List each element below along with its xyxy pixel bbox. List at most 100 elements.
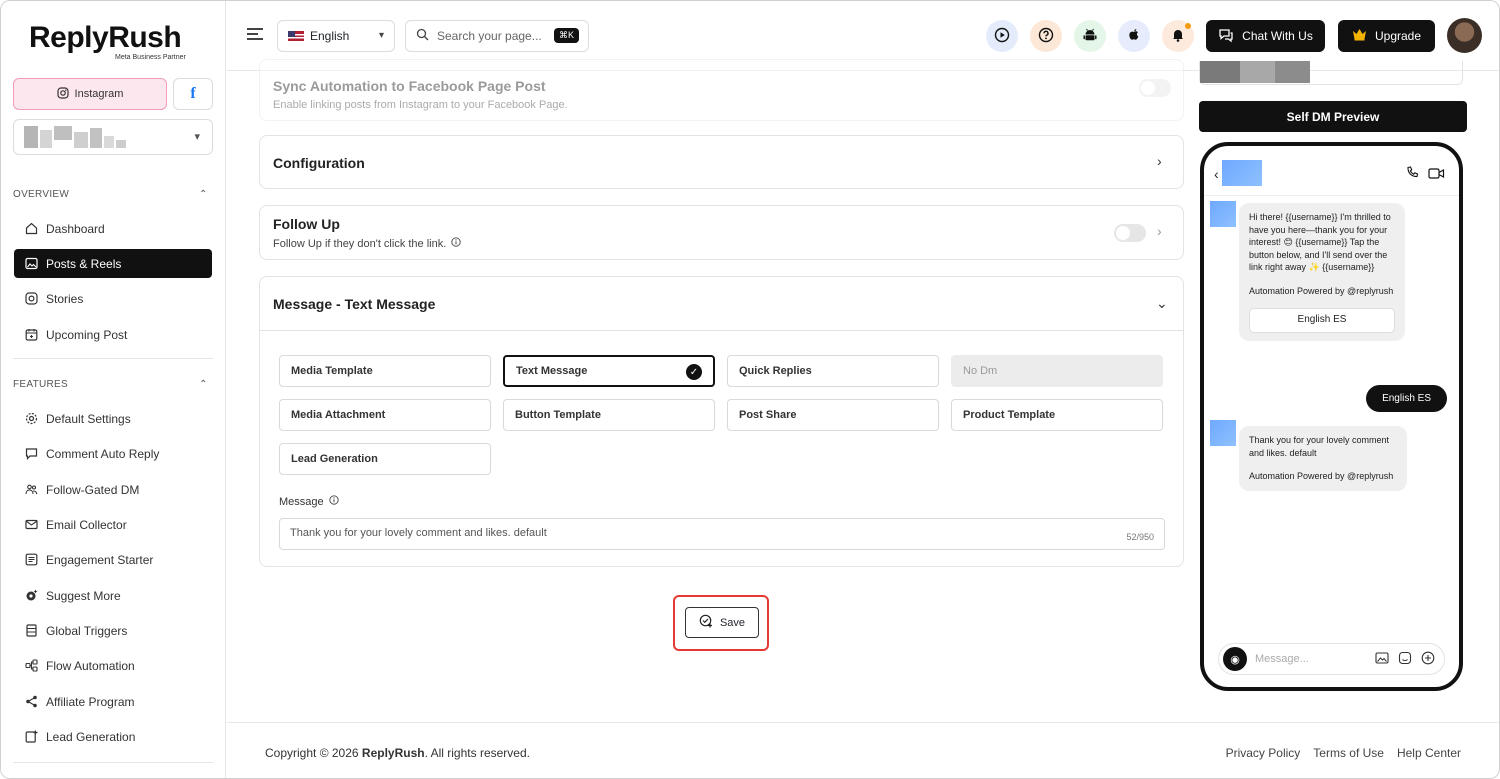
option-label: Product Template (963, 409, 1056, 421)
image-icon (24, 257, 38, 271)
sidebar-item-posts-reels[interactable]: Posts & Reels (14, 249, 212, 278)
sidebar: ReplyRush Meta Business Partner Instagra… (1, 1, 226, 778)
phone-header: ‹ (1204, 146, 1459, 196)
user-avatar[interactable] (1447, 18, 1482, 53)
notification-dot (1185, 23, 1191, 29)
option-lead-generation[interactable]: Lead Generation (279, 443, 491, 475)
sidebar-item-engagement-starter[interactable]: Engagement Starter (14, 545, 212, 574)
option-quick-replies[interactable]: Quick Replies (727, 355, 939, 387)
ios-app-button[interactable] (1118, 20, 1150, 52)
option-media-template[interactable]: Media Template (279, 355, 491, 387)
chevron-right-icon[interactable]: › (1157, 223, 1162, 239)
instagram-tab[interactable]: Instagram (13, 78, 167, 110)
chevron-up-icon[interactable]: ⌃ (199, 379, 207, 390)
terms-of-use-link[interactable]: Terms of Use (1313, 746, 1384, 760)
back-arrow-icon[interactable]: ‹ (1214, 166, 1219, 182)
gallery-icon[interactable] (1375, 651, 1389, 668)
bell-icon (1170, 27, 1186, 46)
notifications-button[interactable] (1162, 20, 1194, 52)
save-highlight: Save (673, 595, 769, 651)
menu-toggle-icon[interactable] (247, 28, 263, 43)
message-textarea[interactable]: Thank you for your lovely comment and li… (279, 518, 1165, 550)
sidebar-item-default-settings[interactable]: Default Settings (14, 404, 212, 433)
follow-up-toggle[interactable] (1114, 224, 1146, 242)
powered-by-text: Automation Powered by @replyrush (1249, 471, 1394, 481)
configuration-title: Configuration (273, 155, 365, 171)
save-button[interactable]: Save (685, 607, 759, 638)
option-text-message[interactable]: Text Message ✓ (503, 355, 715, 387)
help-center-link[interactable]: Help Center (1397, 746, 1461, 760)
option-label: Media Template (291, 365, 373, 377)
sidebar-item-label: Affiliate Program (46, 694, 135, 709)
upgrade-button[interactable]: Upgrade (1338, 20, 1435, 52)
message-label-row: Message (279, 495, 339, 508)
sidebar-item-label: Suggest More (46, 588, 121, 603)
sidebar-item-label: Global Triggers (46, 623, 128, 638)
phone-call-icon[interactable] (1406, 166, 1419, 182)
sidebar-item-label: Default Settings (46, 411, 131, 426)
sidebar-item-lead-generation[interactable]: Lead Generation (14, 722, 212, 751)
search-input[interactable]: Search your page... ⌘K (405, 20, 589, 52)
users-icon (24, 483, 38, 497)
option-post-share[interactable]: Post Share (727, 399, 939, 431)
sync-card-title: Sync Automation to Facebook Page Post (273, 78, 546, 94)
video-tutorial-button[interactable] (986, 20, 1018, 52)
message-text: Thank you for your lovely comment and li… (1249, 435, 1390, 458)
profile-picture (1222, 160, 1262, 186)
calendar-icon (24, 328, 38, 342)
configuration-card[interactable]: Configuration › (259, 135, 1184, 189)
sidebar-item-flow-automation[interactable]: Flow Automation (14, 651, 212, 680)
english-es-button[interactable]: English ES (1249, 308, 1395, 333)
chat-with-us-button[interactable]: Chat With Us (1206, 20, 1325, 52)
option-product-template[interactable]: Product Template (951, 399, 1163, 431)
search-placeholder: Search your page... (437, 29, 542, 43)
sidebar-item-label: Posts & Reels (46, 256, 122, 271)
account-selector[interactable]: ▾ (13, 119, 213, 155)
gear-icon (24, 412, 38, 426)
follow-up-card: Follow Up Follow Up if they don't click … (259, 205, 1184, 260)
sync-toggle[interactable] (1139, 79, 1171, 97)
outgoing-message: English ES (1366, 385, 1447, 412)
language-value: English (310, 29, 350, 43)
sidebar-item-upcoming-post[interactable]: Upcoming Post (14, 320, 212, 349)
android-app-button[interactable] (1074, 20, 1106, 52)
follow-up-subtitle: Follow Up if they don't click the link. (273, 237, 447, 250)
sidebar-item-global-triggers[interactable]: Global Triggers (14, 616, 212, 645)
camera-icon[interactable]: ◉ (1223, 647, 1247, 671)
sidebar-divider (13, 358, 213, 359)
option-button-template[interactable]: Button Template (503, 399, 715, 431)
flow-icon (24, 659, 38, 673)
sidebar-item-comment-auto-reply[interactable]: Comment Auto Reply (14, 439, 212, 468)
search-icon (416, 28, 429, 44)
sidebar-item-label: Email Collector (46, 517, 127, 532)
brand-logo[interactable]: ReplyRush Meta Business Partner (29, 21, 186, 61)
sidebar-item-label: Stories (46, 291, 84, 306)
sidebar-item-stories[interactable]: Stories (14, 284, 212, 313)
sidebar-item-affiliate-program[interactable]: Affiliate Program (14, 687, 212, 716)
help-button[interactable] (1030, 20, 1062, 52)
sticker-icon[interactable] (1398, 651, 1412, 668)
sidebar-item-dashboard[interactable]: Dashboard (14, 214, 212, 243)
sidebar-item-email-collector[interactable]: Email Collector (14, 510, 212, 539)
video-call-icon[interactable] (1428, 167, 1445, 182)
message-composer[interactable]: ◉ Message... (1218, 643, 1445, 675)
option-media-attachment[interactable]: Media Attachment (279, 399, 491, 431)
facebook-tab[interactable]: f (173, 78, 213, 110)
sidebar-item-suggest-more[interactable]: Suggest More (14, 581, 212, 610)
list-icon (24, 553, 38, 567)
privacy-policy-link[interactable]: Privacy Policy (1226, 746, 1301, 760)
check-icon: ✓ (686, 364, 702, 380)
chevron-up-icon[interactable]: ⌃ (199, 189, 207, 200)
message-card-header[interactable]: Message - Text Message ⌄ (260, 277, 1183, 331)
language-selector[interactable]: English ▾ (277, 20, 395, 52)
info-icon[interactable] (451, 237, 461, 250)
self-dm-preview-button[interactable]: Self DM Preview (1199, 101, 1467, 132)
add-icon[interactable] (1421, 651, 1435, 668)
message-label: Message (279, 495, 324, 508)
option-label: Lead Generation (291, 453, 378, 465)
footer-links: Privacy Policy Terms of Use Help Center (1226, 746, 1461, 760)
option-label: Quick Replies (739, 365, 812, 377)
sidebar-item-follow-gated-dm[interactable]: Follow-Gated DM (14, 475, 212, 504)
instagram-icon (24, 292, 38, 306)
info-icon[interactable] (328, 495, 339, 508)
